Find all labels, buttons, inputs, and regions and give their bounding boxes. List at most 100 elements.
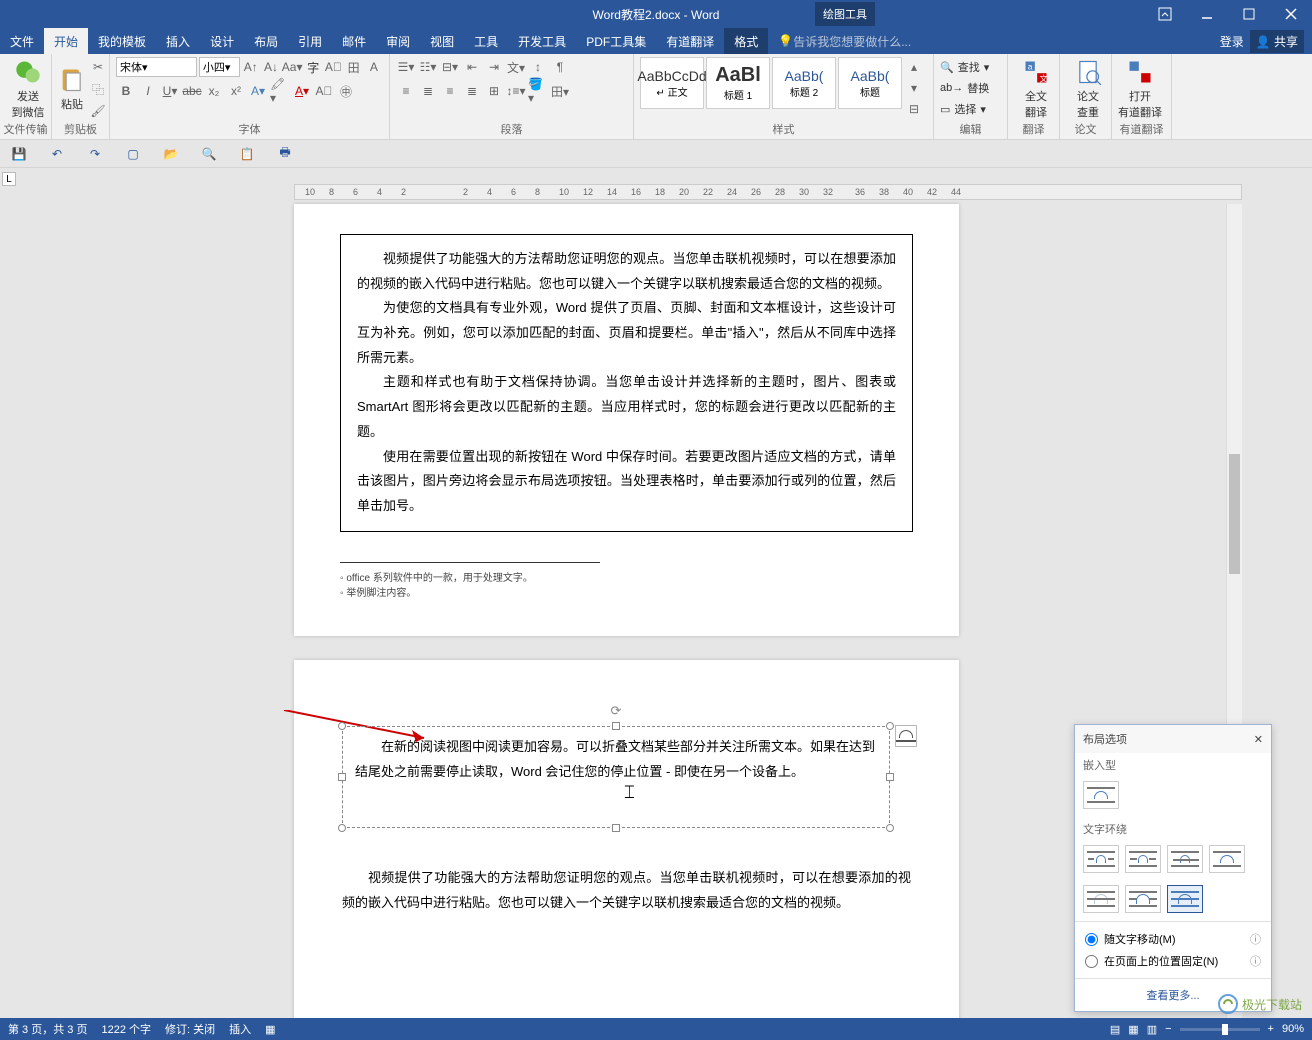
frame-text[interactable]: 在新的阅读视图中阅读更加容易。可以折叠文档某些部分并关注所需文本。如果在达到结尾… — [355, 735, 877, 784]
wrap-front-text-button[interactable] — [1167, 885, 1203, 913]
style-normal[interactable]: AaBbCcDd↵ 正文 — [640, 57, 704, 109]
text-effects-icon[interactable]: A▾ — [248, 81, 268, 101]
undo-icon[interactable]: ↶ — [48, 145, 66, 163]
zoom-level[interactable]: 90% — [1282, 1023, 1304, 1035]
page-indicator[interactable]: 第 3 页，共 3 页 — [8, 1021, 87, 1037]
phonetic-guide-icon[interactable]: 字 — [304, 57, 322, 77]
wrap-behind-button[interactable] — [1083, 885, 1119, 913]
fix-position-radio[interactable]: 在页面上的位置固定(N) ⓘ — [1085, 950, 1261, 972]
resize-handle[interactable] — [886, 773, 894, 781]
paste-button[interactable]: 粘贴 — [58, 57, 86, 121]
tab-view[interactable]: 视图 — [420, 28, 464, 54]
print-preview-icon[interactable]: 🔍 — [200, 145, 218, 163]
copy-icon[interactable]: ⿻ — [88, 79, 108, 99]
track-changes-status[interactable]: 修订: 关闭 — [165, 1021, 215, 1037]
tab-layout[interactable]: 布局 — [244, 28, 288, 54]
line-spacing-icon[interactable]: ↕≡▾ — [506, 81, 526, 101]
wrap-through-button[interactable] — [1167, 845, 1203, 873]
macro-icon[interactable]: ▦ — [265, 1023, 275, 1036]
justify-icon[interactable]: ≣ — [462, 81, 482, 101]
zoom-slider[interactable] — [1180, 1028, 1260, 1031]
distribute-icon[interactable]: ⊞ — [484, 81, 504, 101]
styles-scroll-up-icon[interactable]: ▴ — [904, 57, 924, 77]
share-button[interactable]: 👤 共享 — [1250, 30, 1304, 53]
tab-tools[interactable]: 工具 — [464, 28, 508, 54]
style-title[interactable]: AaBb(标题 — [838, 57, 902, 109]
close-icon[interactable] — [1270, 0, 1312, 28]
cut-icon[interactable]: ✂ — [88, 57, 108, 77]
selected-text-frame[interactable]: ⟳ 在新的阅读视图中阅读更加容易。可以折叠文档某些部分并关注所需文本。如果在达到… — [342, 726, 890, 828]
tab-design[interactable]: 设计 — [200, 28, 244, 54]
tab-references[interactable]: 引用 — [288, 28, 332, 54]
word-count[interactable]: 1222 个字 — [101, 1021, 151, 1037]
clear-format-icon[interactable]: A⃠ — [324, 57, 342, 77]
tab-format[interactable]: 格式 — [724, 28, 768, 54]
replace-button[interactable]: ab→ 替换 — [940, 78, 1001, 98]
strike-icon[interactable]: abc — [182, 81, 202, 101]
tab-templates[interactable]: 我的模板 — [88, 28, 156, 54]
tab-file[interactable]: 文件 — [0, 28, 44, 54]
tab-review[interactable]: 审阅 — [376, 28, 420, 54]
ribbon-collapse-icon[interactable] — [1144, 0, 1186, 28]
zoom-in-icon[interactable]: + — [1268, 1023, 1274, 1035]
save-icon[interactable]: 💾 — [10, 145, 28, 163]
italic-icon[interactable]: I — [138, 81, 158, 101]
asian-layout-icon[interactable]: 文▾ — [506, 57, 526, 77]
numbering-icon[interactable]: ☷▾ — [418, 57, 438, 77]
borders-icon[interactable]: 田▾ — [550, 81, 570, 101]
send-wechat-button[interactable]: 发送 到微信 — [6, 57, 50, 121]
move-with-text-radio[interactable]: 随文字移动(M) ⓘ — [1085, 928, 1261, 950]
shading-icon[interactable]: 🪣▾ — [528, 81, 548, 101]
font-family-select[interactable]: 宋体 ▾ — [116, 57, 197, 77]
read-mode-icon[interactable]: ▤ — [1110, 1023, 1120, 1036]
rotate-handle-icon[interactable]: ⟳ — [611, 699, 622, 724]
superscript-icon[interactable]: x² — [226, 81, 246, 101]
tab-translate[interactable]: 有道翻译 — [656, 28, 724, 54]
multilevel-icon[interactable]: ⊟▾ — [440, 57, 460, 77]
web-layout-icon[interactable]: ▥ — [1147, 1023, 1157, 1036]
show-marks-icon[interactable]: ¶ — [550, 57, 570, 77]
dec-indent-icon[interactable]: ⇤ — [462, 57, 482, 77]
styles-more-icon[interactable]: ⊟ — [904, 99, 924, 119]
open-icon[interactable]: 📂 — [162, 145, 180, 163]
paragraph[interactable]: 视频提供了功能强大的方法帮助您证明您的观点。当您单击联机视频时，可以在想要添加的… — [342, 866, 911, 915]
login-link[interactable]: 登录 — [1220, 33, 1244, 50]
subscript-icon[interactable]: x₂ — [204, 81, 224, 101]
print-layout-icon[interactable]: ▦ — [1128, 1023, 1138, 1036]
drawing-tools-tab[interactable]: 绘图工具 — [815, 2, 875, 26]
tab-dev[interactable]: 开发工具 — [508, 28, 576, 54]
align-center-icon[interactable]: ≣ — [418, 81, 438, 101]
minimize-icon[interactable] — [1186, 0, 1228, 28]
tab-mail[interactable]: 邮件 — [332, 28, 376, 54]
insert-mode[interactable]: 插入 — [229, 1021, 251, 1037]
character-border-icon[interactable]: A — [365, 57, 383, 77]
redo-icon[interactable]: ↷ — [86, 145, 104, 163]
align-right-icon[interactable]: ≡ — [440, 81, 460, 101]
highlight-icon[interactable]: 🖍▾ — [270, 81, 290, 101]
scrollbar-thumb[interactable] — [1229, 454, 1240, 574]
open-youdao-button[interactable]: 打开 有道翻译 — [1118, 57, 1162, 121]
styles-scroll-down-icon[interactable]: ▾ — [904, 78, 924, 98]
wrap-inline-button[interactable] — [1083, 781, 1119, 809]
wrap-square-button[interactable] — [1083, 845, 1119, 873]
border-icon[interactable]: 田 — [345, 57, 363, 77]
change-case-icon[interactable]: Aa▾ — [282, 57, 302, 77]
text-box[interactable]: 视频提供了功能强大的方法帮助您证明您的观点。当您单击联机视频时，可以在想要添加的… — [340, 234, 913, 532]
resize-handle[interactable] — [612, 824, 620, 832]
underline-icon[interactable]: U▾ — [160, 81, 180, 101]
quick-print-icon[interactable]: 🖶 — [276, 145, 294, 163]
document-page[interactable]: ⟳ 在新的阅读视图中阅读更加容易。可以折叠文档某些部分并关注所需文本。如果在达到… — [294, 660, 959, 1018]
char-shading-icon[interactable]: A⃞ — [314, 81, 334, 101]
find-button[interactable]: 🔍 查找 ▾ — [940, 57, 1001, 77]
resize-handle[interactable] — [338, 824, 346, 832]
select-button[interactable]: ▭ 选择 ▾ — [940, 99, 1001, 119]
zoom-out-icon[interactable]: − — [1165, 1023, 1171, 1035]
horizontal-ruler[interactable]: 108642 246810121416182022242628303236384… — [294, 184, 1242, 200]
format-painter-icon[interactable]: 🖌 — [88, 101, 108, 121]
enclose-char-icon[interactable]: ㊥ — [336, 81, 356, 101]
resize-handle[interactable] — [612, 722, 620, 730]
panel-close-icon[interactable]: ✕ — [1254, 733, 1263, 746]
sort-icon[interactable]: ↕ — [528, 57, 548, 77]
paper-check-button[interactable]: 论文 查重 — [1066, 57, 1110, 121]
bullets-icon[interactable]: ☰▾ — [396, 57, 416, 77]
